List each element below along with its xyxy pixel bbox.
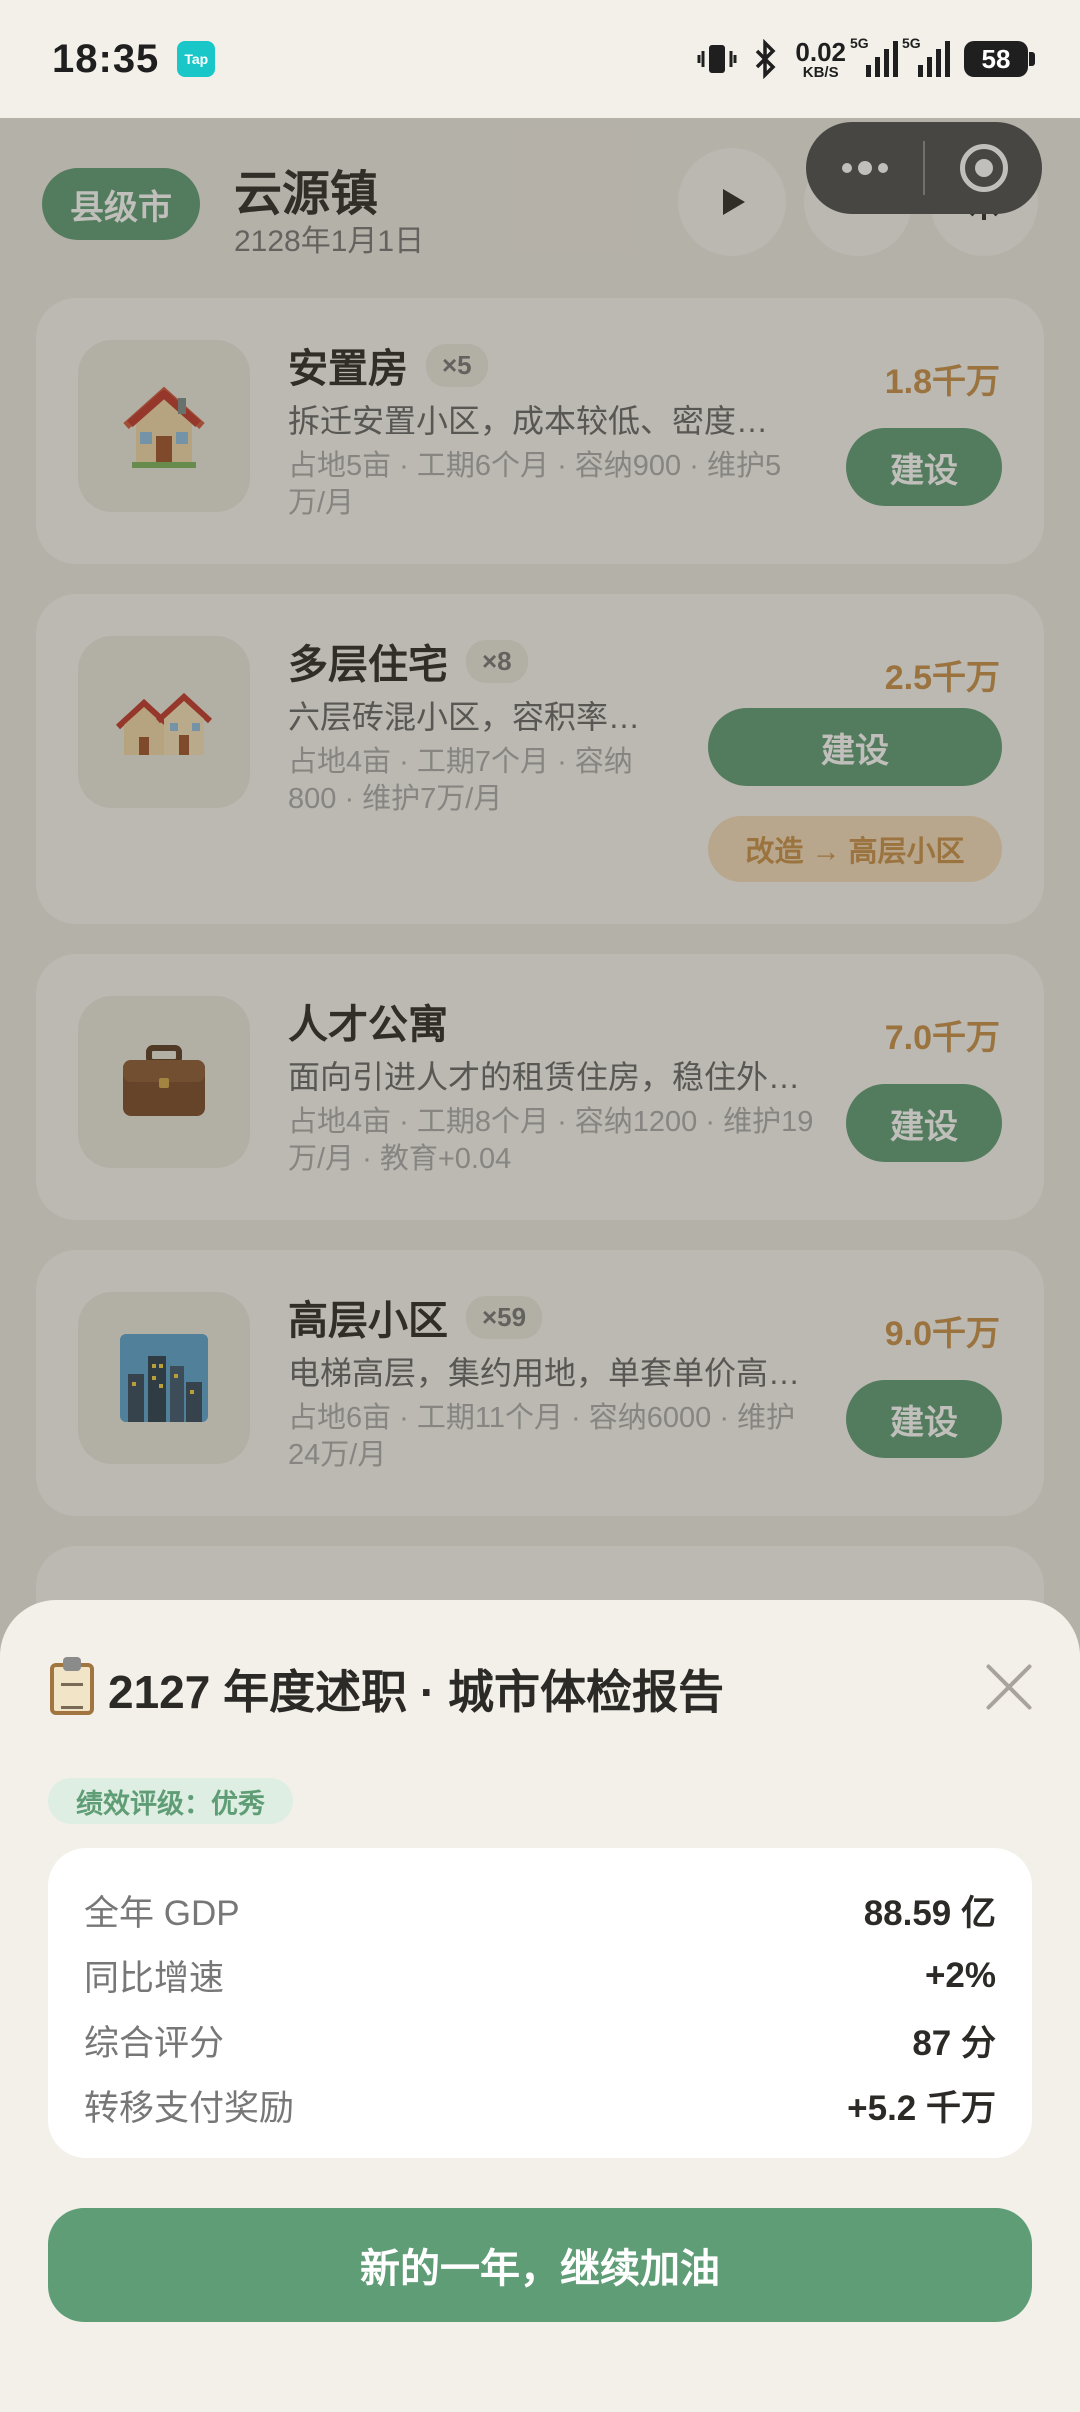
- stat-label: 全年 GDP: [84, 1894, 240, 1933]
- report-stats: 全年 GDP 88.59 亿 同比增速 +2% 综合评分 87 分 转移支付奖励…: [48, 1848, 1032, 2158]
- stat-value: 88.59 亿: [863, 1894, 996, 1933]
- status-time: 18:35: [52, 36, 160, 81]
- signal-icon-sim2: 5G: [902, 35, 950, 77]
- stat-label: 转移支付奖励: [84, 2089, 295, 2128]
- stat-value: 87 分: [912, 2024, 996, 2063]
- annual-report-sheet: 2127 年度述职 · 城市体检报告 绩效评级：优秀 全年 GDP 88.59 …: [0, 1600, 1080, 2412]
- report-title: 2127 年度述职 · 城市体检报告: [50, 1656, 724, 1722]
- stat-label: 综合评分: [84, 2024, 225, 2063]
- clipboard-icon: [50, 1657, 94, 1715]
- battery-icon: 58: [964, 41, 1035, 77]
- vibrate-icon: [697, 45, 737, 73]
- status-bar: 18:35 Tap 0.02 KB/S 5G 5G 58: [0, 0, 1080, 118]
- net-speed: 0.02 KB/S: [795, 36, 846, 81]
- stat-row: 同比增速 +2%: [84, 1943, 996, 2008]
- bluetooth-icon: [756, 39, 776, 79]
- stat-row: 全年 GDP 88.59 亿: [84, 1878, 996, 1943]
- signal-icon-sim1: 5G: [850, 35, 898, 77]
- stat-label: 同比增速: [84, 1959, 225, 1998]
- stat-row: 转移支付奖励 +5.2 千万: [84, 2073, 996, 2138]
- report-title-text: 2127 年度述职 · 城市体检报告: [108, 1666, 724, 1718]
- performance-rating-badge: 绩效评级：优秀: [48, 1778, 293, 1824]
- close-icon[interactable]: [986, 1664, 1032, 1710]
- status-icons: 0.02 KB/S 5G 5G 58: [697, 35, 1035, 81]
- stat-value: +5.2 千万: [847, 2089, 996, 2128]
- stat-row: 综合评分 87 分: [84, 2008, 996, 2073]
- continue-button[interactable]: 新的一年，继续加油: [48, 2208, 1032, 2322]
- tap-app-icon: Tap: [177, 41, 216, 77]
- stat-value: +2%: [924, 1955, 996, 1995]
- battery-level: 58: [981, 43, 1011, 74]
